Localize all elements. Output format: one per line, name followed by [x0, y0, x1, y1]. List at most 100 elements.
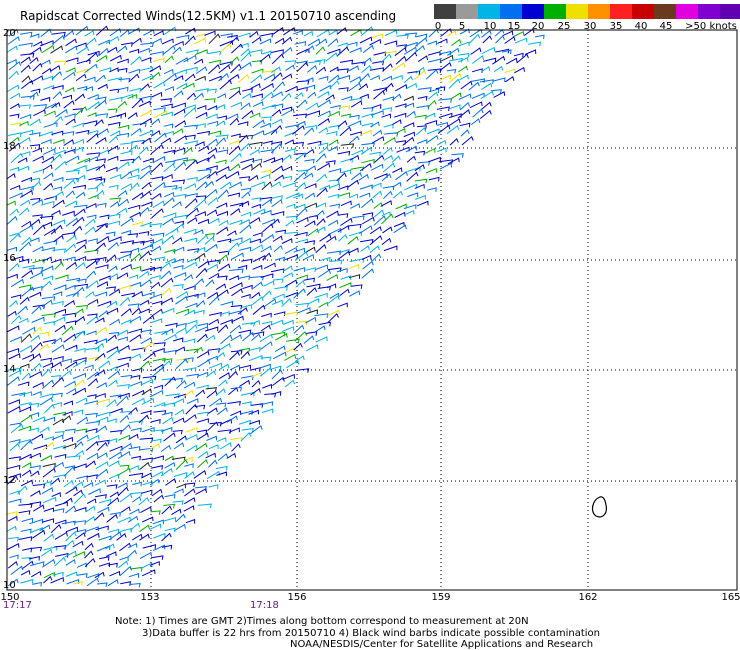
wind-barb — [17, 305, 29, 315]
wind-barb — [86, 330, 97, 336]
wind-barb — [395, 128, 406, 135]
wind-barb — [259, 363, 271, 369]
wind-barb — [8, 456, 21, 461]
wind-barb — [326, 283, 337, 289]
wind-barb — [32, 169, 45, 174]
lat-label: 16 — [3, 253, 16, 264]
wind-barb — [227, 230, 237, 237]
wind-barb — [208, 33, 221, 45]
wind-barb — [29, 177, 41, 183]
wind-barb — [319, 84, 332, 92]
wind-barb — [127, 303, 140, 309]
wind-barb — [284, 246, 298, 255]
wind-barb — [285, 64, 295, 71]
wind-barb — [241, 191, 251, 199]
wind-barb — [304, 127, 315, 136]
wind-barb — [85, 420, 101, 426]
wind-barb — [284, 279, 298, 288]
wind-barb — [174, 193, 187, 199]
wind-barb — [87, 93, 99, 100]
wind-barb — [32, 529, 46, 539]
wind-barb — [183, 107, 197, 118]
wind-barb — [405, 51, 418, 62]
wind-barb — [249, 30, 259, 38]
wind-barb — [128, 274, 139, 280]
wind-barb — [230, 63, 242, 74]
wind-barb — [271, 109, 282, 117]
wind-barb — [351, 284, 363, 289]
wind-barb — [7, 310, 17, 317]
wind-barb — [193, 246, 206, 253]
wind-barb — [51, 130, 64, 136]
wind-barb — [151, 488, 163, 497]
wind-barb — [314, 264, 328, 271]
wind-barb — [127, 112, 138, 120]
wind-barb — [85, 440, 99, 451]
wind-barb — [424, 120, 438, 125]
wind-barb — [218, 363, 230, 371]
wind-barb — [75, 106, 88, 116]
wind-barb — [138, 231, 150, 236]
wind-barb — [8, 70, 19, 80]
wind-barb — [173, 90, 184, 98]
wind-barb — [85, 260, 98, 269]
wind-barb — [140, 337, 153, 345]
wind-barb — [428, 176, 440, 182]
wind-barb — [273, 311, 286, 316]
wind-barb — [151, 471, 164, 478]
wind-barb — [261, 104, 276, 110]
wind-barb — [154, 342, 166, 347]
wind-barb — [149, 389, 164, 398]
wind-barb — [417, 87, 432, 92]
wind-barb — [130, 55, 142, 66]
wind-barb — [73, 204, 88, 210]
wind-barb — [171, 377, 183, 383]
wind-barb — [172, 417, 185, 424]
wind-barb — [197, 429, 208, 435]
wind-barb — [51, 34, 65, 45]
wind-barb — [41, 481, 52, 486]
wind-barb — [383, 137, 396, 145]
wind-barb — [62, 312, 77, 318]
wind-barb — [315, 209, 325, 218]
wind-barb — [121, 42, 133, 47]
wind-barb — [318, 301, 329, 308]
wind-barb — [193, 58, 204, 65]
wind-barb — [383, 154, 393, 161]
wind-barb — [535, 34, 545, 40]
wind-barb — [175, 69, 187, 75]
wind-barb — [471, 68, 483, 73]
note-line: NOAA/NESDIS/Center for Satellite Applica… — [290, 639, 594, 650]
wind-barb — [195, 267, 208, 279]
wind-barb — [271, 369, 283, 380]
wind-barb — [53, 508, 65, 513]
wind-barb — [30, 490, 41, 497]
wind-barb — [96, 202, 107, 208]
wind-barb — [95, 137, 107, 145]
wind-barb — [186, 427, 198, 433]
wind-barb — [304, 220, 316, 228]
wind-barb — [273, 244, 283, 253]
wind-barb — [305, 165, 317, 172]
wind-barb — [51, 492, 61, 498]
lat-label: 12 — [3, 475, 16, 486]
wind-barb — [417, 139, 428, 144]
wind-barb — [17, 485, 28, 494]
island-outline — [591, 496, 607, 518]
wind-barb — [150, 232, 165, 238]
wind-barb — [407, 192, 419, 198]
wind-barb — [95, 416, 109, 423]
wind-barb — [427, 128, 440, 135]
wind-barb — [206, 165, 218, 170]
wind-barb — [64, 299, 75, 308]
wind-barb — [184, 183, 197, 190]
wind-barb — [162, 212, 177, 218]
wind-barb — [72, 216, 85, 227]
wind-barb — [227, 242, 240, 253]
wind-barb — [8, 399, 20, 405]
wind-barb — [360, 26, 374, 37]
wind-barb — [194, 211, 206, 217]
wind-barb — [109, 491, 120, 498]
wind-barb — [95, 242, 106, 251]
wind-barb — [8, 61, 22, 71]
